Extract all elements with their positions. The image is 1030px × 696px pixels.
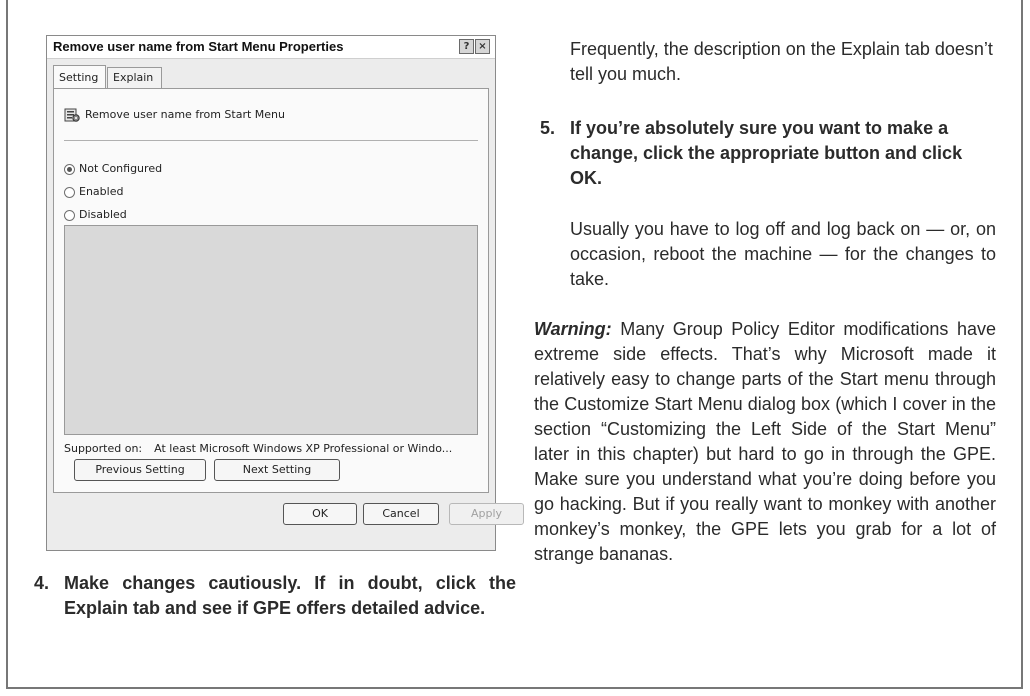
help-icon[interactable]: ?	[459, 39, 474, 54]
policy-setting-icon	[64, 108, 80, 122]
tab-setting[interactable]: Setting	[53, 65, 106, 88]
step-number: 4.	[34, 573, 50, 593]
supported-label: Supported on:	[64, 442, 143, 455]
paragraph-logoff: Usually you have to log off and log back…	[570, 219, 996, 289]
cancel-button[interactable]: Cancel	[363, 503, 439, 525]
radio-indicator[interactable]	[64, 186, 75, 198]
step-4: 4. Make changes cautiously. If in doubt,…	[34, 571, 516, 621]
step-number: 5.	[540, 118, 556, 138]
step-text: If you’re absolutely sure you want to ma…	[570, 118, 963, 188]
dialog-titlebar: Remove user name from Start Menu Propert…	[47, 36, 495, 59]
policy-name: Remove user name from Start Menu	[85, 108, 285, 121]
tab-explain[interactable]: Explain	[107, 67, 162, 88]
warning-body: Many Group Policy Editor modifications h…	[534, 319, 996, 564]
supported-value: At least Microsoft Windows XP Profession…	[154, 442, 453, 455]
radio-label: Enabled	[79, 185, 124, 198]
step-text: Make changes cautiously. If in doubt, cl…	[64, 573, 516, 618]
separator	[64, 140, 478, 141]
dialog-title: Remove user name from Start Menu Propert…	[53, 39, 344, 54]
radio-label: Not Configured	[79, 162, 163, 175]
step-5: 5. If you’re absolutely sure you want to…	[540, 116, 996, 191]
radio-enabled[interactable]: Enabled	[64, 185, 123, 198]
radio-label: Disabled	[79, 208, 127, 221]
paragraph-explain: Frequently, the description on the Expla…	[570, 39, 993, 84]
apply-button[interactable]: Apply	[449, 503, 524, 525]
radio-indicator[interactable]	[64, 209, 75, 221]
supported-on: Supported on: At least Microsoft Windows …	[64, 442, 452, 455]
previous-setting-button[interactable]: Previous Setting	[74, 459, 206, 481]
warning-paragraph: Warning: Many Group Policy Editor modifi…	[534, 317, 996, 567]
policy-properties-dialog: Remove user name from Start Menu Propert…	[46, 35, 524, 551]
radio-not-configured[interactable]: Not Configured	[64, 162, 162, 175]
setting-panel: Remove user name from Start Menu Not Con…	[53, 88, 489, 493]
close-icon[interactable]: ×	[475, 39, 490, 54]
radio-indicator[interactable]	[64, 163, 75, 175]
warning-label: Warning:	[534, 319, 612, 339]
radio-disabled[interactable]: Disabled	[64, 208, 127, 221]
ok-button[interactable]: OK	[283, 503, 357, 525]
next-setting-button[interactable]: Next Setting	[214, 459, 340, 481]
options-area	[64, 225, 478, 435]
